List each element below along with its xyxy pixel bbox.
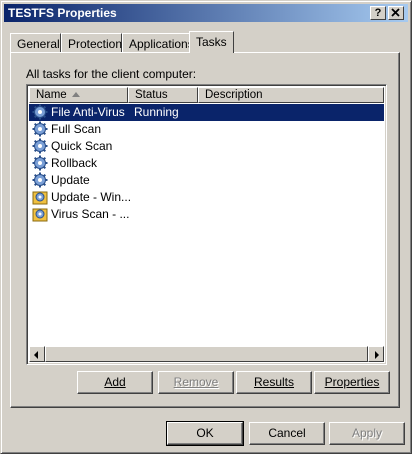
- tasks-panel: All tasks for the client computer: Name …: [10, 52, 400, 408]
- cancel-button[interactable]: Cancel: [249, 422, 325, 445]
- add-label: Add: [104, 375, 126, 389]
- properties-dialog: TESTFS Properties ? General Protection A…: [0, 0, 412, 454]
- scroll-left-button[interactable]: [29, 346, 45, 362]
- properties-button[interactable]: Properties: [314, 371, 390, 394]
- remove-button[interactable]: Remove: [158, 371, 234, 394]
- list-item[interactable]: File Anti-Virus Running: [29, 104, 384, 121]
- gear-task-icon: [32, 172, 48, 188]
- gear-task-icon: [32, 121, 48, 137]
- title-bar[interactable]: TESTFS Properties ?: [4, 4, 408, 22]
- user-task-icon: [32, 189, 48, 205]
- column-description[interactable]: Description: [198, 87, 384, 103]
- horizontal-scrollbar[interactable]: [29, 346, 384, 362]
- list-item[interactable]: Rollback: [29, 155, 384, 172]
- task-name: Full Scan: [51, 122, 102, 136]
- gear-task-icon: [32, 104, 48, 120]
- close-button[interactable]: [388, 6, 404, 20]
- list-header: Name Status Description: [29, 87, 384, 103]
- tab-protection[interactable]: Protection: [61, 33, 122, 52]
- column-name-label: Name: [36, 89, 67, 101]
- task-name: Quick Scan: [51, 139, 113, 153]
- task-status: Running: [134, 105, 179, 119]
- task-name: Virus Scan - ...: [51, 207, 130, 221]
- scroll-right-button[interactable]: [368, 346, 384, 362]
- results-button[interactable]: Results: [236, 371, 312, 394]
- task-name: File Anti-Virus: [51, 105, 125, 119]
- gear-task-icon: [32, 138, 48, 154]
- arrow-right-icon: [375, 351, 379, 359]
- window-title: TESTFS Properties: [8, 6, 117, 20]
- add-button[interactable]: Add: [77, 371, 153, 394]
- user-task-icon: [32, 206, 48, 222]
- close-icon: [391, 8, 400, 17]
- help-button[interactable]: ?: [370, 6, 386, 20]
- results-label: Results: [253, 375, 294, 389]
- scroll-thumb[interactable]: [45, 346, 368, 362]
- gear-task-icon: [32, 155, 48, 171]
- remove-label: Remove: [173, 375, 219, 389]
- task-name: Rollback: [51, 156, 98, 170]
- tasks-caption: All tasks for the client computer:: [26, 67, 197, 81]
- task-name: Update - Win...: [51, 190, 132, 204]
- sort-ascending-icon: [72, 92, 80, 97]
- column-status[interactable]: Status: [128, 87, 198, 103]
- properties-label: Properties: [324, 375, 380, 389]
- list-item[interactable]: Update - Win...: [29, 189, 384, 206]
- arrow-left-icon: [34, 351, 38, 359]
- task-name: Update: [51, 173, 90, 187]
- apply-button[interactable]: Apply: [329, 422, 405, 445]
- tasks-list[interactable]: Name Status Description File Anti-Virus R…: [26, 84, 387, 365]
- column-name[interactable]: Name: [29, 87, 128, 103]
- tab-applications[interactable]: Applications: [122, 33, 194, 52]
- ok-button[interactable]: OK: [166, 421, 244, 446]
- tab-general[interactable]: General: [10, 33, 61, 52]
- tab-tasks[interactable]: Tasks: [189, 31, 234, 53]
- list-item[interactable]: Virus Scan - ...: [29, 206, 384, 223]
- list-item[interactable]: Quick Scan: [29, 138, 384, 155]
- list-item[interactable]: Full Scan: [29, 121, 384, 138]
- list-item[interactable]: Update: [29, 172, 384, 189]
